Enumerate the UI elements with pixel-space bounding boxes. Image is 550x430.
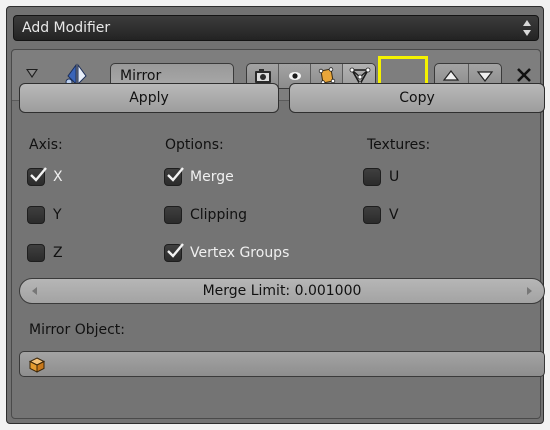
- options-heading: Options:: [165, 137, 224, 153]
- object-cube-icon: [28, 357, 46, 373]
- textures-heading: Textures:: [367, 137, 431, 153]
- collapse-triangle-icon[interactable]: [26, 69, 38, 78]
- checkbox-box: [363, 206, 381, 224]
- checkbox-box: [164, 243, 184, 262]
- mirror-object-field[interactable]: [19, 351, 545, 377]
- checkmark-icon: [30, 167, 47, 182]
- checkbox-box: [27, 244, 45, 262]
- checkbox-label: Clipping: [190, 207, 247, 223]
- merge-limit-slider[interactable]: Merge Limit: 0.001000: [19, 278, 545, 304]
- merge-limit-label: Merge Limit: 0.001000: [202, 283, 362, 299]
- checkbox-label: Vertex Groups: [190, 245, 290, 261]
- axis-heading: Axis:: [29, 137, 63, 153]
- checkbox-label: U: [389, 169, 400, 185]
- close-icon[interactable]: [514, 65, 534, 85]
- checkbox-label: Y: [53, 207, 62, 223]
- checkbox-label: V: [389, 207, 399, 223]
- add-modifier-dropdown[interactable]: Add Modifier: [13, 15, 539, 41]
- checkbox-label: Merge: [190, 169, 234, 185]
- apply-button[interactable]: Apply: [19, 83, 279, 113]
- decrement-arrow-icon[interactable]: [32, 287, 37, 295]
- checkbox-label: Z: [53, 245, 63, 261]
- checkbox-label: X: [53, 169, 63, 185]
- checkbox-box: [164, 206, 182, 224]
- add-modifier-label: Add Modifier: [22, 20, 111, 36]
- checkmark-icon: [167, 243, 184, 258]
- checkbox-box: [27, 206, 45, 224]
- checkbox-box: [164, 167, 184, 186]
- copy-button[interactable]: Copy: [289, 83, 545, 113]
- modifier-panel: Add Modifier Mirror Apply Copy Axis: X Y…: [6, 6, 545, 424]
- checkmark-icon: [167, 167, 184, 182]
- checkbox-box: [27, 167, 47, 186]
- updown-arrows-icon: [523, 20, 531, 36]
- mirror-object-label: Mirror Object:: [29, 322, 126, 338]
- increment-arrow-icon[interactable]: [527, 287, 532, 295]
- checkbox-box: [363, 168, 381, 186]
